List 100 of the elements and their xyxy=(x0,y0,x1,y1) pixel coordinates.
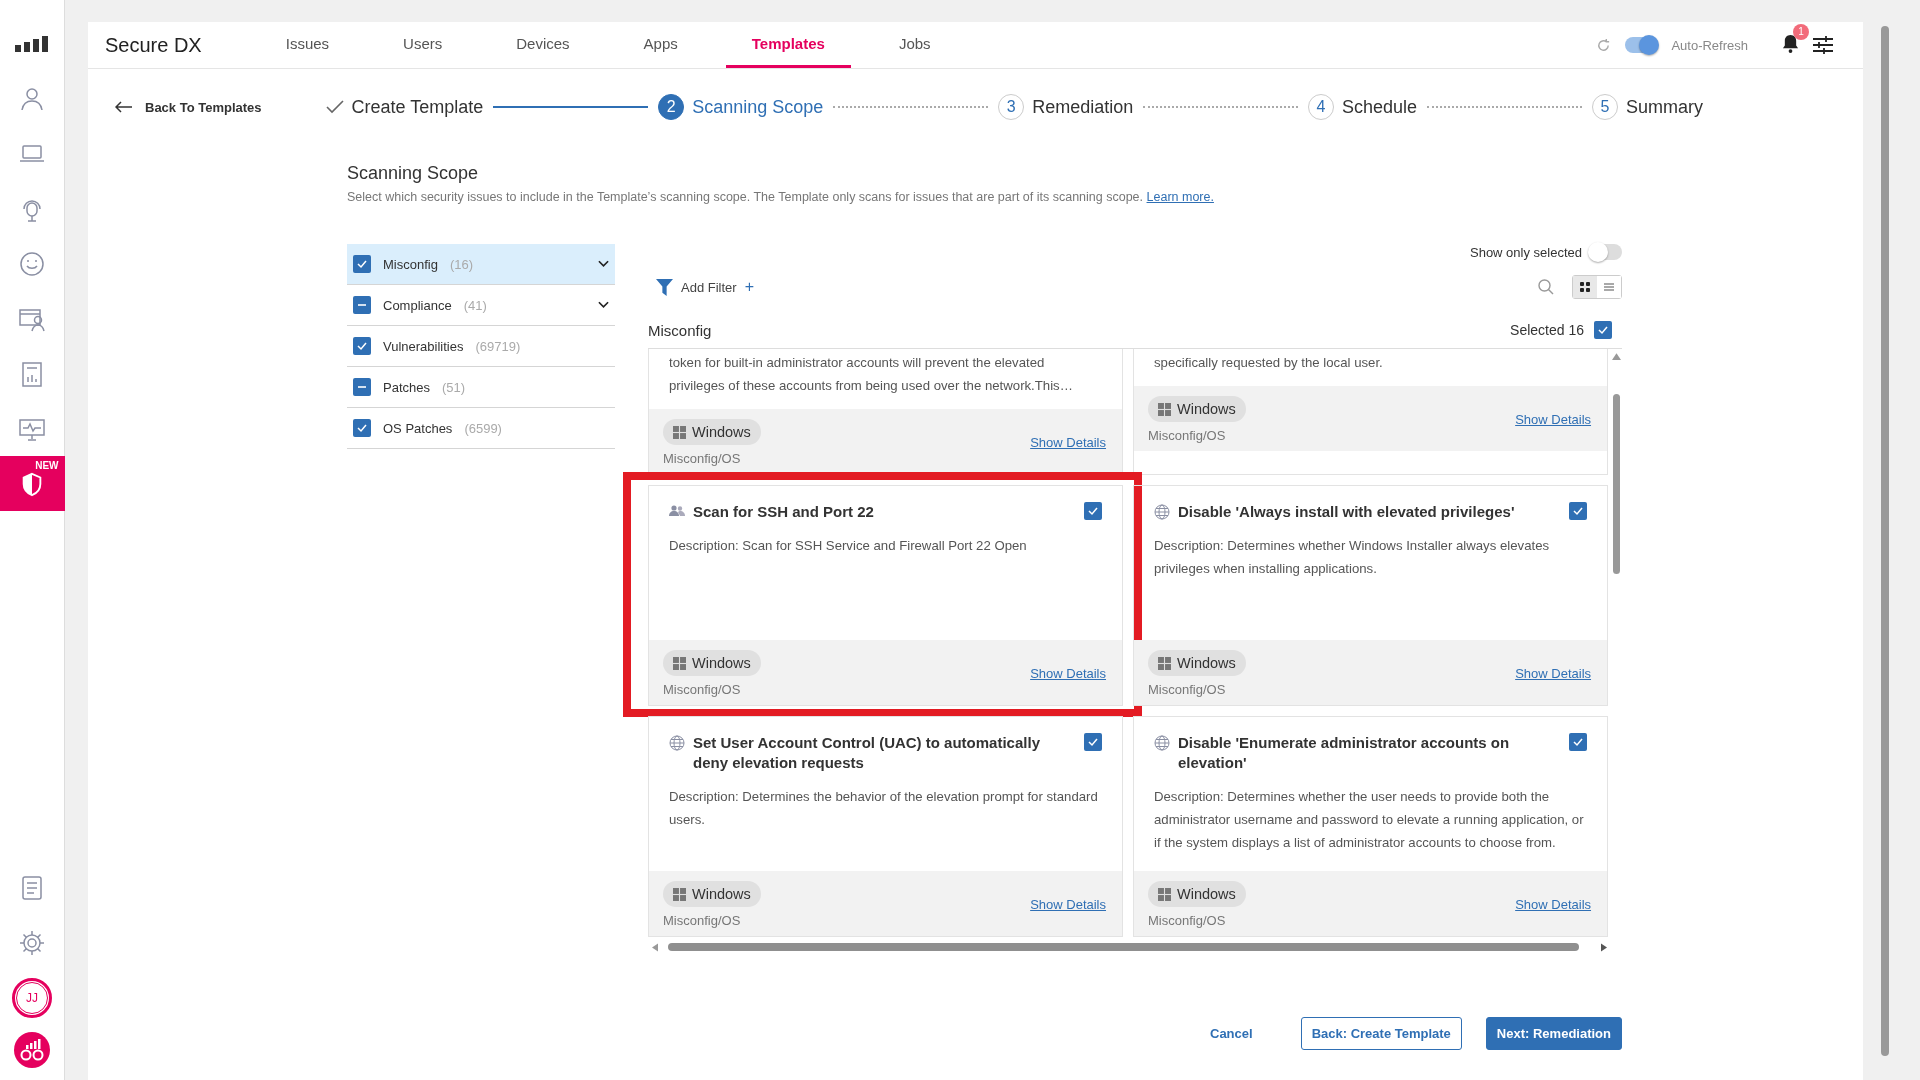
back-arrow-icon[interactable] xyxy=(115,101,133,113)
back-link[interactable]: Back To Templates xyxy=(145,99,262,115)
category-count: (51) xyxy=(442,379,466,395)
filter-icon xyxy=(656,278,673,296)
issue-title: Set User Account Control (UAC) to automatically deny elevation requests xyxy=(693,733,1041,773)
smiley-icon[interactable] xyxy=(18,249,46,278)
nav-tab[interactable]: Issues xyxy=(259,22,356,68)
user-avatar[interactable]: JJ xyxy=(12,978,52,1018)
scroll-left-arrow-icon[interactable] xyxy=(652,942,658,952)
issue-title: Disable 'Always install with elevated privileges' xyxy=(1178,502,1516,522)
check-icon xyxy=(356,258,368,270)
auto-refresh-toggle[interactable] xyxy=(1625,37,1658,53)
sliders-icon[interactable] xyxy=(1813,36,1833,54)
globe-icon xyxy=(669,735,685,751)
section-title: Scanning Scope xyxy=(347,163,480,184)
check-icon xyxy=(356,340,368,352)
step-label[interactable]: Summary xyxy=(1626,96,1703,118)
category-row[interactable]: Compliance (41) xyxy=(347,285,615,326)
show-details-link[interactable]: Show Details xyxy=(1515,897,1594,912)
nav-tab[interactable]: Apps xyxy=(617,22,704,68)
category-name: OS Patches xyxy=(383,420,453,436)
nav-tab[interactable]: Jobs xyxy=(872,22,957,68)
show-details-link[interactable]: Show Details xyxy=(1030,897,1108,912)
platform-tag: Windows xyxy=(663,419,761,445)
issue-description: Description: Determines whether Windows Installer always elevates privileges when installing applications. xyxy=(1154,537,1551,578)
step-label[interactable]: Schedule xyxy=(1342,96,1418,118)
checkbox[interactable] xyxy=(353,419,371,437)
bell-icon[interactable] xyxy=(1782,33,1799,53)
chevron-down-icon[interactable] xyxy=(598,260,609,268)
windows-logo-icon xyxy=(673,887,686,901)
cancel-button[interactable]: Cancel xyxy=(1200,1018,1263,1049)
search-icon[interactable] xyxy=(1538,279,1554,295)
group-title: Misconfig xyxy=(648,321,712,339)
show-details-link[interactable]: Show Details xyxy=(1515,412,1594,427)
grid-icon xyxy=(1580,282,1590,292)
show-only-selected-toggle[interactable] xyxy=(1590,244,1622,260)
checkbox[interactable] xyxy=(353,337,371,355)
issue-description: Description: Scan for SSH Service and Firewall Port 22 Open xyxy=(669,537,1028,555)
globe-icon xyxy=(1154,504,1170,520)
scroll-up-arrow-icon[interactable] xyxy=(1611,353,1621,360)
signal-bars-icon[interactable] xyxy=(15,35,49,52)
check-icon xyxy=(356,422,368,434)
check-icon xyxy=(1597,324,1609,336)
category-name: Compliance xyxy=(383,297,452,313)
refresh-icon[interactable] xyxy=(1596,37,1612,53)
sidebar-item[interactable]: NEW xyxy=(0,456,65,511)
check-icon xyxy=(1572,736,1585,748)
checkbox[interactable] xyxy=(353,255,371,273)
checkbox[interactable] xyxy=(1569,733,1588,751)
issue-category: Misconfig/OS xyxy=(663,451,742,466)
section-description: Select which security issues to include in the Template’s scanning scope. The Template only scans for issues that are part of its scanning scope. Learn more. xyxy=(347,190,1215,204)
category-row[interactable]: Patches (51) xyxy=(347,367,615,408)
category-name: Misconfig xyxy=(383,256,438,272)
show-details-link[interactable]: Show Details xyxy=(1030,666,1108,681)
step-label[interactable]: Scanning Scope xyxy=(692,96,824,118)
globe-icon xyxy=(1154,735,1170,751)
new-label: NEW xyxy=(35,460,59,471)
issue-description: specifically requested by the local user. xyxy=(1154,354,1384,372)
category-name: Patches xyxy=(383,379,430,395)
users-icon xyxy=(669,504,685,518)
issue-category: Misconfig/OS xyxy=(1148,428,1227,443)
step-label[interactable]: Remediation xyxy=(1032,96,1134,118)
step-label[interactable]: Create Template xyxy=(351,96,484,118)
show-details-link[interactable]: Show Details xyxy=(1030,435,1108,450)
checkbox[interactable] xyxy=(1084,502,1102,520)
nav-tab[interactable]: Templates xyxy=(725,22,851,68)
platform-tag: Windows xyxy=(663,881,761,907)
notification-badge: 1 xyxy=(1793,23,1809,40)
category-row[interactable]: Vulnerabilities (69719) xyxy=(347,326,615,367)
category-count: (69719) xyxy=(475,338,521,354)
learn-more-link[interactable]: Learn more. xyxy=(1146,190,1214,204)
glasses-logo-icon[interactable] xyxy=(14,1032,50,1068)
checkbox[interactable] xyxy=(1084,733,1102,751)
scrollbar-thumb[interactable] xyxy=(1881,26,1889,1056)
add-filter-button[interactable]: Add Filter + xyxy=(656,278,754,296)
issue-title: Scan for SSH and Port 22 xyxy=(693,502,875,522)
nav-tab[interactable]: Users xyxy=(377,22,469,68)
scroll-right-arrow-icon[interactable] xyxy=(1601,942,1607,952)
select-all-checkbox[interactable] xyxy=(1594,321,1612,339)
step-number: 2 xyxy=(658,94,685,120)
gear-icon[interactable] xyxy=(18,928,46,957)
scrollbar-thumb[interactable] xyxy=(1612,394,1620,574)
app-title: Secure DX xyxy=(105,33,202,57)
category-count: (41) xyxy=(463,297,487,313)
back-button[interactable]: Back: Create Template xyxy=(1300,1017,1462,1050)
grid-view-button[interactable] xyxy=(1573,276,1597,298)
checkbox[interactable] xyxy=(1569,502,1588,520)
category-count: (16) xyxy=(449,256,474,272)
issue-category: Misconfig/OS xyxy=(663,682,742,697)
chevron-down-icon[interactable] xyxy=(598,301,609,309)
category-row[interactable]: OS Patches (6599) xyxy=(347,408,615,449)
category-row[interactable]: Misconfig (16) xyxy=(347,244,615,285)
next-button[interactable]: Next: Remediation xyxy=(1485,1017,1622,1050)
scrollbar-thumb[interactable] xyxy=(668,943,1579,951)
category-count: (6599) xyxy=(464,420,502,436)
auto-refresh-label: Auto-Refresh xyxy=(1671,37,1748,53)
nav-tab[interactable]: Devices xyxy=(490,22,596,68)
show-details-link[interactable]: Show Details xyxy=(1515,666,1594,681)
issue-title: Disable 'Enumerate administrator accounts on elevation' xyxy=(1178,733,1511,773)
windows-logo-icon xyxy=(1158,887,1171,901)
